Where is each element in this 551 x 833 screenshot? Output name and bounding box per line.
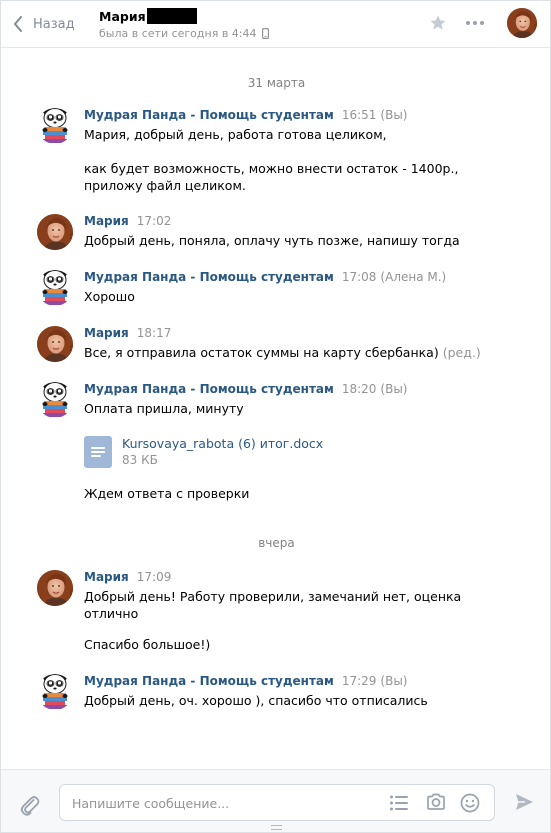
send-icon[interactable] — [514, 792, 534, 812]
camera-icon[interactable] — [426, 793, 446, 811]
message-sender-note: (Вы) — [380, 382, 408, 396]
chat-header: Назад Мария была в сети сегодня в 4:44 — [1, 1, 550, 48]
message-text: Спасибо большое!) — [84, 637, 211, 652]
message-sender-note: (Вы) — [380, 674, 408, 688]
paperclip-icon[interactable] — [19, 794, 41, 816]
message-author[interactable]: Мудрая Панда - Помощь студентам — [84, 270, 334, 284]
message-text: Добрый день! Работу проверили, замечаний… — [84, 589, 462, 604]
message-text: Добрый день, поняла, оплачу чуть позже, … — [84, 233, 460, 248]
peer-name[interactable]: Мария — [99, 8, 197, 24]
message-header: Мудрая Панда - Помощь студентам 16:51 (В… — [84, 108, 408, 122]
message-author[interactable]: Мудрая Панда - Помощь студентам — [84, 674, 334, 688]
star-icon[interactable] — [429, 14, 447, 32]
message-header: Мудрая Панда - Помощь студентам 18:20 (В… — [84, 382, 408, 396]
back-button[interactable]: Назад — [13, 13, 75, 35]
message-text: отлично — [84, 606, 139, 621]
message-author[interactable]: Мария — [84, 214, 129, 228]
edited-mark: (ред.) — [442, 345, 481, 360]
message-input-box[interactable] — [59, 784, 495, 821]
message-text: Ждем ответа с проверки — [84, 486, 250, 501]
message-author[interactable]: Мария — [84, 326, 129, 340]
message-time[interactable]: 17:08 — [342, 270, 377, 284]
message-text: приложу файл целиком. — [84, 178, 246, 193]
peer-avatar[interactable] — [507, 8, 537, 38]
avatar[interactable] — [37, 214, 73, 250]
mobile-phone-icon — [261, 28, 269, 39]
back-label: Назад — [33, 16, 75, 32]
message-text-content: Все, я отправила остаток суммы на карту … — [84, 345, 439, 360]
message-header: Мария 17:02 — [84, 214, 171, 228]
message-header: Мария 17:09 — [84, 570, 171, 584]
avatar[interactable] — [37, 570, 73, 606]
message-text: Хорошо — [84, 289, 135, 304]
message-text: Оплата пришла, минуту — [84, 401, 244, 416]
chat-window: Назад Мария была в сети сегодня в 4:44 3… — [0, 0, 551, 833]
message-author[interactable]: Мудрая Панда - Помощь студентам — [84, 108, 334, 122]
date-separator: 31 марта — [247, 76, 306, 90]
avatar[interactable] — [37, 108, 73, 144]
avatar[interactable] — [37, 326, 73, 362]
peer-status-text: была в сети сегодня в 4:44 — [99, 27, 257, 40]
message-header: Мария 18:17 — [84, 326, 171, 340]
message-time[interactable]: 18:17 — [137, 326, 172, 340]
message-time[interactable]: 17:09 — [137, 570, 172, 584]
document-size: 83 КБ — [122, 453, 158, 467]
message-time[interactable]: 16:51 — [342, 108, 377, 122]
message-author[interactable]: Мария — [84, 570, 129, 584]
message-text: Добрый день, оч. хорошо ), спасибо что о… — [84, 693, 428, 708]
message-author[interactable]: Мудрая Панда - Помощь студентам — [84, 382, 334, 396]
message-feed: 31 марта Мудрая Панда - Помощь студентам… — [1, 49, 550, 769]
avatar[interactable] — [37, 674, 73, 710]
message-text: Все, я отправила остаток суммы на карту … — [84, 344, 481, 362]
resize-grip[interactable] — [271, 825, 282, 830]
message-time[interactable]: 18:20 — [342, 382, 377, 396]
date-separator: вчера — [258, 536, 295, 550]
message-input[interactable] — [72, 794, 372, 812]
peer-name-text: Мария — [99, 8, 146, 24]
message-sender-note: (Вы) — [380, 108, 408, 122]
message-time[interactable]: 17:02 — [137, 214, 172, 228]
message-header: Мудрая Панда - Помощь студентам 17:08 (А… — [84, 270, 446, 284]
message-header: Мудрая Панда - Помощь студентам 17:29 (В… — [84, 674, 408, 688]
message-composer — [1, 769, 550, 832]
chevron-left-icon — [14, 16, 22, 32]
message-sender-note: (Алена М.) — [380, 270, 447, 284]
peer-status: была в сети сегодня в 4:44 — [99, 27, 269, 40]
smile-icon[interactable] — [460, 793, 480, 813]
document-name[interactable]: Kursovaya_rabota (6) итог.docx — [122, 436, 323, 451]
message-text: как будет возможность, можно внести оста… — [84, 161, 459, 176]
document-attachment[interactable]: Kursovaya_rabota (6) итог.docx 83 КБ — [84, 436, 344, 470]
avatar[interactable] — [37, 270, 73, 306]
message-text: Мария, добрый день, работа готова целико… — [84, 127, 387, 142]
list-icon[interactable] — [389, 794, 409, 812]
avatar[interactable] — [37, 382, 73, 418]
message-time[interactable]: 17:29 — [342, 674, 377, 688]
redacted-surname — [146, 8, 197, 24]
document-icon — [84, 436, 112, 468]
more-dots-icon[interactable] — [465, 16, 485, 30]
